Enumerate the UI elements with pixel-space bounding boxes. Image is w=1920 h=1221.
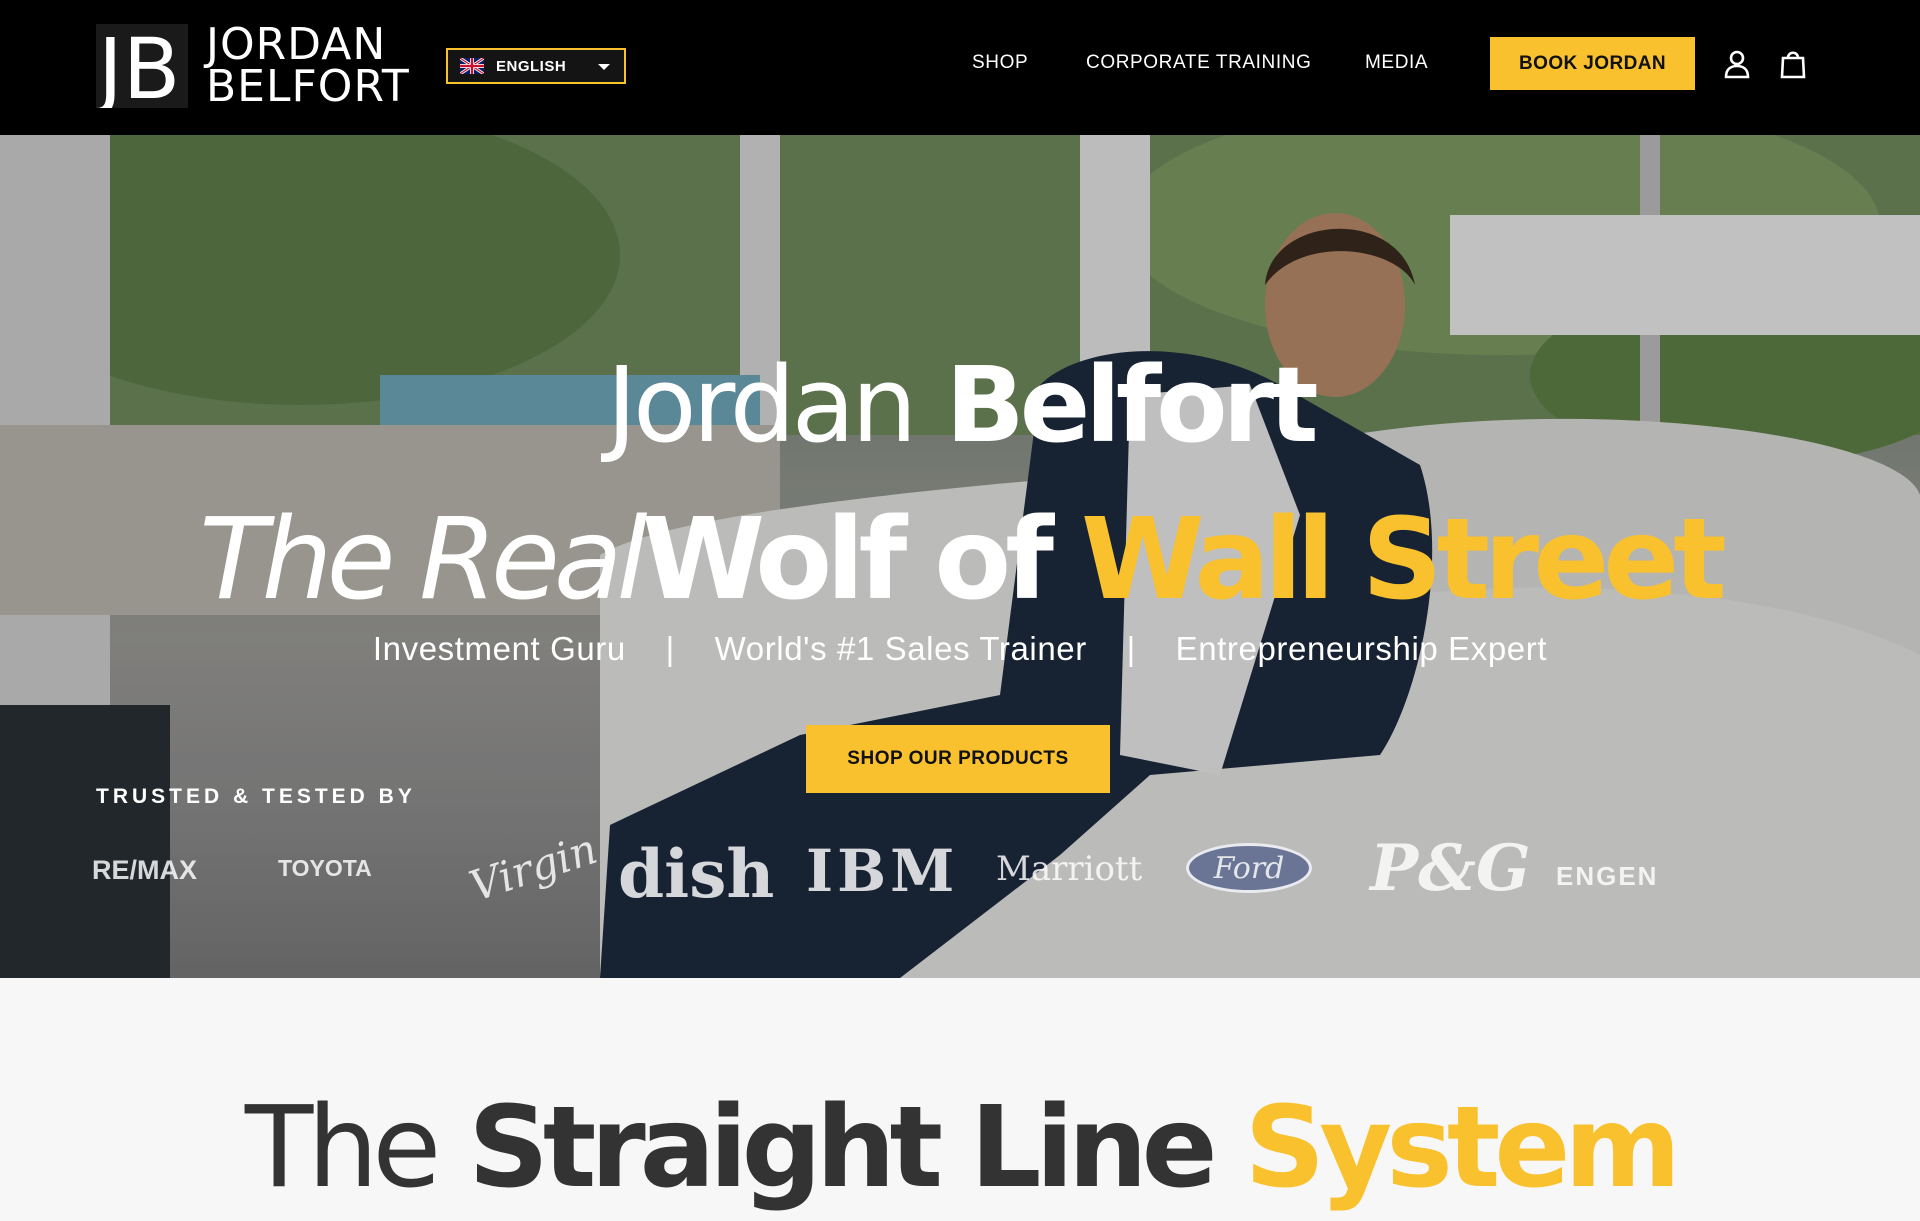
- hero-section: Jordan Belfort The RealWolf of Wall Stre…: [0, 135, 1920, 978]
- nav-corporate-training[interactable]: CORPORATE TRAINING: [1086, 52, 1311, 74]
- hero-title: Jordan Belfort: [0, 350, 1920, 460]
- section-title: The Straight Line System: [0, 1088, 1920, 1208]
- tagline-yellow: Wall Street: [1080, 495, 1727, 625]
- logo-line-1: JORDAN: [206, 19, 387, 70]
- shop-products-button[interactable]: SHOP OUR PRODUCTS: [806, 725, 1110, 793]
- section-title-bold: Straight Line: [468, 1083, 1217, 1213]
- logo-mark: JB: [93, 20, 188, 118]
- hero-tagline: The RealWolf of Wall Street: [0, 500, 1920, 620]
- jb-monogram-icon: JB: [93, 20, 188, 118]
- tagline-italic: The Real: [199, 495, 647, 625]
- language-selected: ENGLISH: [496, 57, 567, 75]
- subtitle-separator: |: [665, 630, 675, 667]
- brand-remax-logo: RE/MAX: [92, 855, 198, 885]
- site-header: JB JORDAN BELFORT ENGLISH SHOP CORPORATE…: [0, 0, 1920, 135]
- brand-pg-logo: P&G: [1370, 831, 1531, 906]
- site-logo[interactable]: JB JORDAN BELFORT: [93, 19, 410, 118]
- brand-logos-row: RE/MAX TOYOTA Virgin dish IBM Marriott F…: [0, 824, 1920, 915]
- brand-marriott-logo: Marriott: [996, 849, 1143, 889]
- subtitle-investment: Investment Guru: [372, 630, 626, 667]
- chevron-down-icon: [598, 64, 610, 70]
- straight-line-section: The Straight Line System: [0, 978, 1920, 1221]
- brand-ibm-logo: IBM: [806, 837, 959, 905]
- trusted-label: TRUSTED & TESTED BY: [96, 785, 416, 808]
- svg-text:JB: JB: [96, 24, 180, 108]
- logo-line-2: BELFORT: [206, 61, 410, 112]
- hero-subtitle: Investment Guru | World's #1 Sales Train…: [0, 630, 1920, 668]
- tagline-white: Wolf of: [641, 495, 1054, 625]
- brand-dish-logo: dish: [618, 835, 775, 913]
- section-title-yellow: System: [1244, 1083, 1682, 1213]
- subtitle-separator: |: [1126, 630, 1136, 667]
- account-icon[interactable]: [1722, 48, 1752, 80]
- hero-title-last: Belfort: [945, 344, 1318, 466]
- section-title-light: The: [244, 1083, 441, 1213]
- subtitle-entrepreneurship: Entrepreneurship Expert: [1175, 630, 1548, 667]
- cart-icon[interactable]: [1778, 48, 1808, 80]
- hero-title-first: Jordan: [606, 344, 917, 466]
- brand-ford-logo: Ford: [1186, 843, 1312, 893]
- subtitle-sales: World's #1 Sales Trainer: [714, 630, 1087, 667]
- language-selector[interactable]: ENGLISH: [446, 48, 626, 84]
- brand-toyota-logo: TOYOTA: [278, 855, 372, 881]
- book-jordan-button[interactable]: BOOK JORDAN: [1490, 37, 1695, 90]
- brand-virgin-logo: Virgin: [463, 824, 603, 911]
- nav-shop[interactable]: SHOP: [972, 52, 1028, 74]
- nav-media[interactable]: MEDIA: [1365, 52, 1428, 74]
- brand-engen-logo: ENGEN: [1556, 861, 1659, 891]
- uk-flag-icon: [460, 58, 484, 74]
- logo-wordmark: JORDAN BELFORT: [206, 19, 410, 112]
